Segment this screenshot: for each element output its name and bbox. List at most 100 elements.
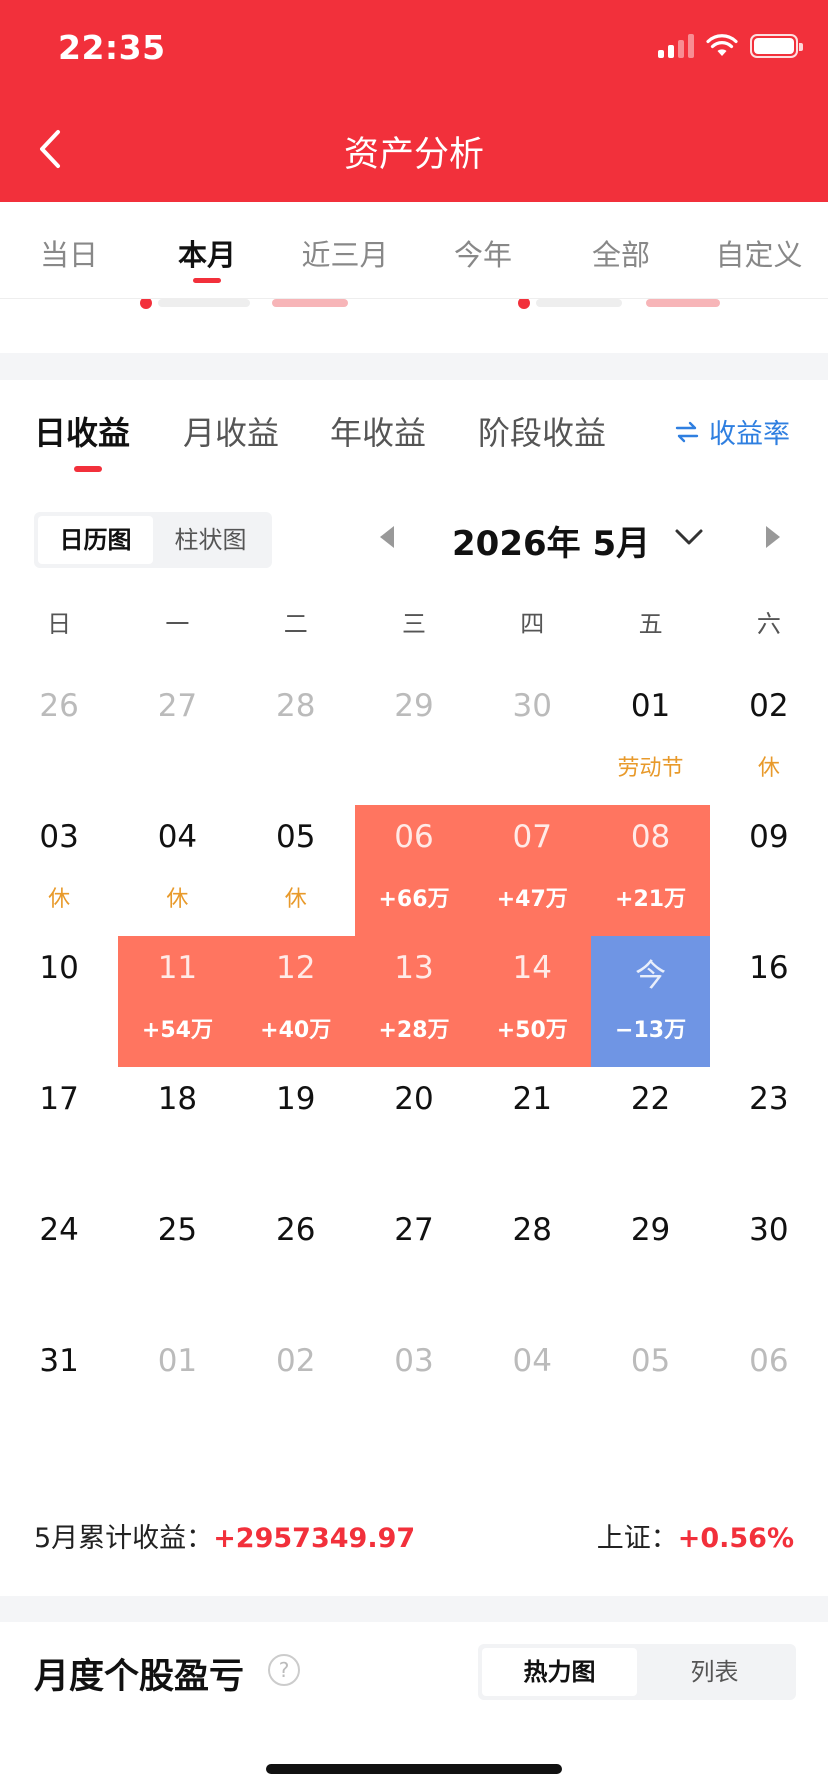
calendar-day[interactable]: 25 <box>118 1198 236 1329</box>
calendar-day-number: 11 <box>157 950 198 986</box>
calendar-day[interactable]: 28 <box>237 674 355 805</box>
calendar-day-number: 03 <box>39 819 79 855</box>
home-indicator <box>266 1764 562 1774</box>
tab-daily-profit[interactable]: 日收益 <box>34 408 130 454</box>
calendar-day-number: 20 <box>394 1081 434 1117</box>
status-icons <box>658 34 803 58</box>
tab-this-month[interactable]: 本月 <box>138 202 276 298</box>
tab-stage-profit[interactable]: 阶段收益 <box>478 408 606 454</box>
calendar-grid: 26 27 28 29 30 01 劳动节 02 休 03 休 04 休 05 休 06 +66万 07 +47万 0… <box>0 674 828 1460</box>
calendar-day[interactable]: 26 <box>237 1198 355 1329</box>
calendar-day-profit: +21万 <box>615 887 687 912</box>
calendar-day-number: 22 <box>630 1081 671 1117</box>
calendar-day[interactable]: 18 <box>118 1067 236 1198</box>
calendar-day[interactable]: 03 休 <box>0 805 118 936</box>
calendar-day-number: 05 <box>630 1343 671 1379</box>
calendar-day[interactable]: 29 <box>591 1198 709 1329</box>
calendar-day[interactable]: 10 <box>0 936 118 1067</box>
calendar-day[interactable]: 06 <box>710 1329 828 1460</box>
tab-last-three-months[interactable]: 近三月 <box>276 202 414 298</box>
calendar-day[interactable]: 今 −13万 <box>591 936 710 1067</box>
calendar-day-number: 21 <box>512 1081 552 1117</box>
weekday-sun: 日 <box>47 610 72 638</box>
calendar-day-number: 04 <box>157 819 198 855</box>
calendar-day-number: 05 <box>275 819 316 855</box>
calendar-day[interactable]: 19 <box>237 1067 355 1198</box>
calendar-day-number: 23 <box>749 1081 789 1117</box>
weekday-tue: 二 <box>283 610 308 638</box>
calendar-day-note: 休 <box>757 756 780 781</box>
calendar-day[interactable]: 26 <box>0 674 118 805</box>
calendar-day[interactable]: 28 <box>473 1198 591 1329</box>
profit-rate-label: 收益率 <box>709 419 790 450</box>
calendar-day[interactable]: 30 <box>473 674 591 805</box>
calendar-day[interactable]: 04 休 <box>118 805 236 936</box>
profit-tab-indicator <box>74 466 102 472</box>
calendar-day[interactable]: 04 <box>473 1329 591 1460</box>
status-time: 22:35 <box>58 28 166 67</box>
calendar-day-number: 24 <box>39 1212 79 1248</box>
calendar-day[interactable]: 01 劳动节 <box>591 674 709 805</box>
calendar-day-number: 09 <box>749 819 789 855</box>
chart-view-toggle: 日历图 柱状图 <box>34 512 272 568</box>
chevron-down-icon[interactable] <box>672 520 706 554</box>
calendar-day[interactable]: 30 <box>710 1198 828 1329</box>
calendar-day-number: 29 <box>394 688 434 724</box>
period-tabs: 当日 本月 近三月 今年 全部 自定义 <box>0 202 828 298</box>
monthly-view-toggle: 热力图 列表 <box>478 1644 796 1700</box>
calendar-day[interactable]: 14 +50万 <box>473 936 592 1067</box>
bar-view-button[interactable]: 柱状图 <box>153 516 268 564</box>
calendar-day[interactable]: 20 <box>355 1067 473 1198</box>
calendar-day[interactable]: 05 休 <box>237 805 355 936</box>
calendar-day[interactable]: 03 <box>355 1329 473 1460</box>
monthly-stock-pnl-title: 月度个股盈亏 <box>34 1657 245 1697</box>
calendar-day[interactable]: 08 +21万 <box>591 805 710 936</box>
calendar-day-number: 17 <box>39 1081 79 1117</box>
calendar-day[interactable]: 02 <box>237 1329 355 1460</box>
calendar-day[interactable]: 05 <box>591 1329 709 1460</box>
calendar-day-number: 30 <box>749 1212 789 1248</box>
calendar-day[interactable]: 12 +40万 <box>236 936 355 1067</box>
calendar-day-number: 12 <box>275 950 316 986</box>
prev-month-icon[interactable] <box>380 526 394 548</box>
calendar-day[interactable]: 16 <box>710 936 828 1067</box>
list-view-button[interactable]: 列表 <box>637 1648 792 1696</box>
calendar-day[interactable]: 02 休 <box>710 674 828 805</box>
calendar-day-number: 26 <box>275 1212 316 1248</box>
calendar-day[interactable]: 29 <box>355 674 473 805</box>
tab-yearly-profit[interactable]: 年收益 <box>330 408 426 454</box>
calendar-day-note: 劳动节 <box>617 756 684 781</box>
calendar-day[interactable]: 23 <box>710 1067 828 1198</box>
calendar-day[interactable]: 01 <box>118 1329 236 1460</box>
tab-today[interactable]: 当日 <box>0 202 138 298</box>
calendar-day[interactable]: 24 <box>0 1198 118 1329</box>
tab-all[interactable]: 全部 <box>552 202 690 298</box>
calendar-day[interactable]: 27 <box>118 674 236 805</box>
tab-monthly-profit[interactable]: 月收益 <box>183 408 279 454</box>
calendar-day[interactable]: 22 <box>591 1067 709 1198</box>
heatmap-view-button[interactable]: 热力图 <box>482 1648 637 1696</box>
help-icon[interactable]: ? <box>268 1654 300 1686</box>
month-label: 2026年 5月 <box>452 524 651 564</box>
calendar-day[interactable]: 27 <box>355 1198 473 1329</box>
tab-custom[interactable]: 自定义 <box>690 202 828 298</box>
calendar-day[interactable]: 31 <box>0 1329 118 1460</box>
index-label: 上证： <box>596 1523 678 1554</box>
calendar-day[interactable]: 09 <box>710 805 828 936</box>
calendar-day-number: 01 <box>157 1343 198 1379</box>
tab-this-year[interactable]: 今年 <box>414 202 552 298</box>
calendar-day[interactable]: 17 <box>0 1067 118 1198</box>
calendar-day[interactable]: 06 +66万 <box>354 805 474 936</box>
calendar-day-profit: +47万 <box>496 887 568 912</box>
calendar-day[interactable]: 07 +47万 <box>473 805 592 936</box>
calendar-day[interactable]: 21 <box>473 1067 591 1198</box>
cumulative-profit-value: +2957349.97 <box>213 1523 416 1554</box>
calendar-view-button[interactable]: 日历图 <box>38 516 153 564</box>
calendar-day[interactable]: 13 +28万 <box>354 936 474 1067</box>
next-month-icon[interactable] <box>766 526 780 548</box>
calendar-day-number: 02 <box>749 688 789 724</box>
profit-rate-link[interactable]: 收益率 <box>675 412 790 451</box>
calendar-day[interactable]: 11 +54万 <box>118 936 237 1067</box>
cellular-signal-icon <box>658 34 694 58</box>
cumulative-profit-label: 5月累计收益： <box>34 1523 214 1554</box>
